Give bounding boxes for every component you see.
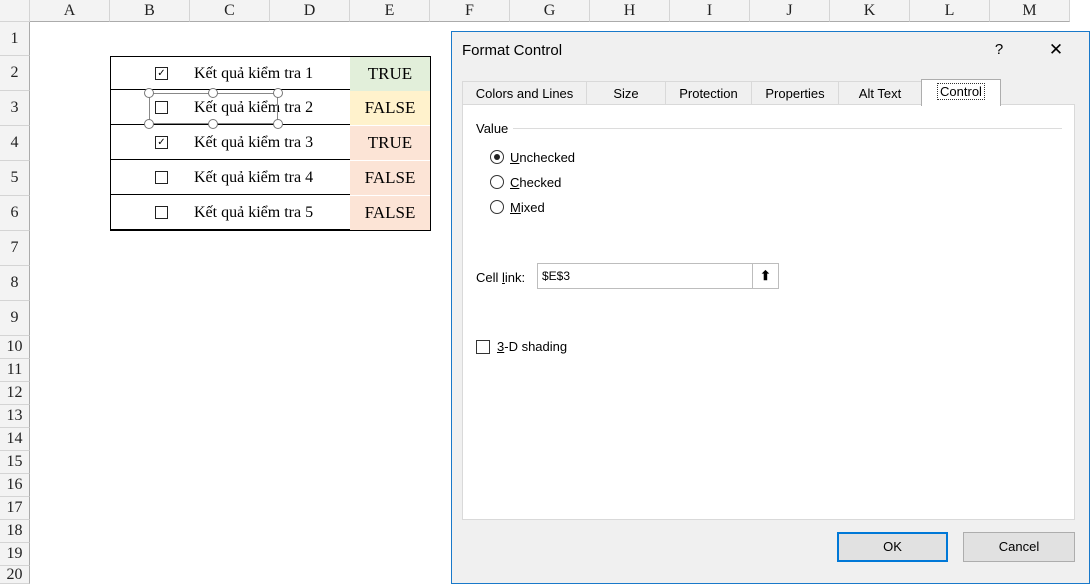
column-header[interactable]: G: [510, 0, 590, 22]
column-header[interactable]: J: [750, 0, 830, 22]
column-header[interactable]: M: [990, 0, 1070, 22]
radio-mixed[interactable]: Mixed: [490, 197, 545, 217]
table-row: TRUE ✓ Kết quả kiểm tra 3: [111, 126, 430, 160]
linked-cell-value[interactable]: TRUE: [350, 57, 430, 91]
resize-handle[interactable]: [273, 119, 283, 129]
tab-size[interactable]: Size: [586, 81, 666, 104]
3d-shading-option[interactable]: 3-D shading: [476, 339, 567, 354]
row-header[interactable]: 16: [0, 474, 30, 497]
value-group-label: Value: [476, 121, 509, 136]
row-header[interactable]: 8: [0, 266, 30, 301]
row-header[interactable]: 4: [0, 126, 30, 161]
resize-handle[interactable]: [273, 88, 283, 98]
tab-colors-and-lines[interactable]: Colors and Lines: [462, 81, 587, 104]
cancel-button[interactable]: Cancel: [963, 532, 1075, 562]
tab-label: Colors and Lines: [475, 86, 574, 101]
checkbox-label: Kết quả kiểm tra 3: [194, 134, 314, 151]
collapse-dialog-icon[interactable]: ⬆: [752, 264, 778, 288]
format-control-dialog: Format Control ? ✕ Colors and Lines Size…: [451, 31, 1090, 584]
column-header[interactable]: L: [910, 0, 990, 22]
form-checkbox[interactable]: [155, 206, 168, 219]
row-header[interactable]: 2: [0, 56, 30, 91]
form-checkbox[interactable]: [155, 171, 168, 184]
3d-shading-checkbox[interactable]: [476, 339, 490, 354]
3d-shading-label: 3-D shading: [497, 339, 568, 354]
cell-link-input[interactable]: $E$3: [537, 263, 779, 289]
row-header[interactable]: 20: [0, 566, 30, 584]
column-header[interactable]: E: [350, 0, 430, 22]
help-icon[interactable]: ?: [988, 38, 1010, 62]
linked-cell-value[interactable]: FALSE: [350, 161, 430, 195]
radio-button[interactable]: [490, 150, 504, 164]
resize-handle[interactable]: [144, 119, 154, 129]
tab-alt-text[interactable]: Alt Text: [838, 81, 922, 104]
form-checkbox[interactable]: ✓: [155, 136, 168, 149]
row-header[interactable]: 10: [0, 336, 30, 359]
row-header[interactable]: 7: [0, 231, 30, 266]
tab-properties[interactable]: Properties: [751, 81, 839, 104]
linked-cell-value[interactable]: TRUE: [350, 126, 430, 160]
radio-label: Mixed: [510, 199, 545, 215]
row-header[interactable]: 9: [0, 301, 30, 336]
table-row: TRUE ✓ Kết quả kiểm tra 1: [111, 56, 430, 91]
row-header[interactable]: 1: [0, 22, 30, 56]
column-header[interactable]: B: [110, 0, 190, 22]
radio-button[interactable]: [490, 200, 504, 214]
tab-label: Protection: [679, 86, 738, 101]
row-header[interactable]: 3: [0, 91, 30, 126]
radio-label: Unchecked: [510, 149, 576, 165]
row-header[interactable]: 12: [0, 382, 30, 405]
tab-label: Properties: [765, 86, 825, 101]
group-divider: [513, 128, 1062, 129]
row-header[interactable]: 6: [0, 196, 30, 231]
ok-button[interactable]: OK: [837, 532, 948, 562]
checkbox-label: Kết quả kiểm tra 4: [194, 169, 314, 186]
resize-handle[interactable]: [208, 119, 218, 129]
row-header[interactable]: 11: [0, 359, 30, 382]
tab-label: Control: [937, 83, 985, 100]
checkbox-label: Kết quả kiểm tra 5: [194, 204, 314, 221]
column-header[interactable]: F: [430, 0, 510, 22]
radio-label: Checked: [510, 174, 562, 190]
radio-unchecked[interactable]: Unchecked: [490, 147, 575, 167]
column-header[interactable]: I: [670, 0, 750, 22]
tab-label: Alt Text: [858, 86, 902, 101]
radio-button[interactable]: [490, 175, 504, 189]
cell-link-label: Cell link:: [476, 270, 526, 285]
control-tab-panel: Value Unchecked Checked Mixed Cell link:…: [462, 104, 1075, 520]
column-header[interactable]: C: [190, 0, 270, 22]
column-header[interactable]: H: [590, 0, 670, 22]
table-row: FALSE Kết quả kiểm tra 5: [111, 196, 430, 230]
tab-label: Size: [613, 86, 639, 101]
row-header[interactable]: 14: [0, 428, 30, 451]
select-all-corner[interactable]: [0, 0, 30, 22]
close-icon[interactable]: ✕: [1044, 38, 1068, 62]
resize-handle[interactable]: [208, 88, 218, 98]
resize-handle[interactable]: [144, 88, 154, 98]
form-checkbox[interactable]: ✓: [155, 67, 168, 80]
linked-cell-value[interactable]: FALSE: [350, 91, 430, 125]
column-header[interactable]: K: [830, 0, 910, 22]
row-header[interactable]: 17: [0, 497, 30, 520]
table-row: FALSE Kết quả kiểm tra 4: [111, 161, 430, 195]
column-header[interactable]: D: [270, 0, 350, 22]
checkbox-label: Kết quả kiểm tra 1: [194, 65, 314, 82]
row-header[interactable]: 15: [0, 451, 30, 474]
row-header[interactable]: 5: [0, 161, 30, 196]
linked-cell-value[interactable]: FALSE: [350, 196, 430, 230]
column-header[interactable]: A: [30, 0, 110, 22]
row-header[interactable]: 18: [0, 520, 30, 543]
radio-checked[interactable]: Checked: [490, 172, 561, 192]
dialog-title: Format Control: [462, 42, 563, 59]
row-header[interactable]: 13: [0, 405, 30, 428]
row-header[interactable]: 19: [0, 543, 30, 566]
tab-control[interactable]: Control: [921, 79, 1001, 106]
tab-protection[interactable]: Protection: [665, 81, 752, 104]
